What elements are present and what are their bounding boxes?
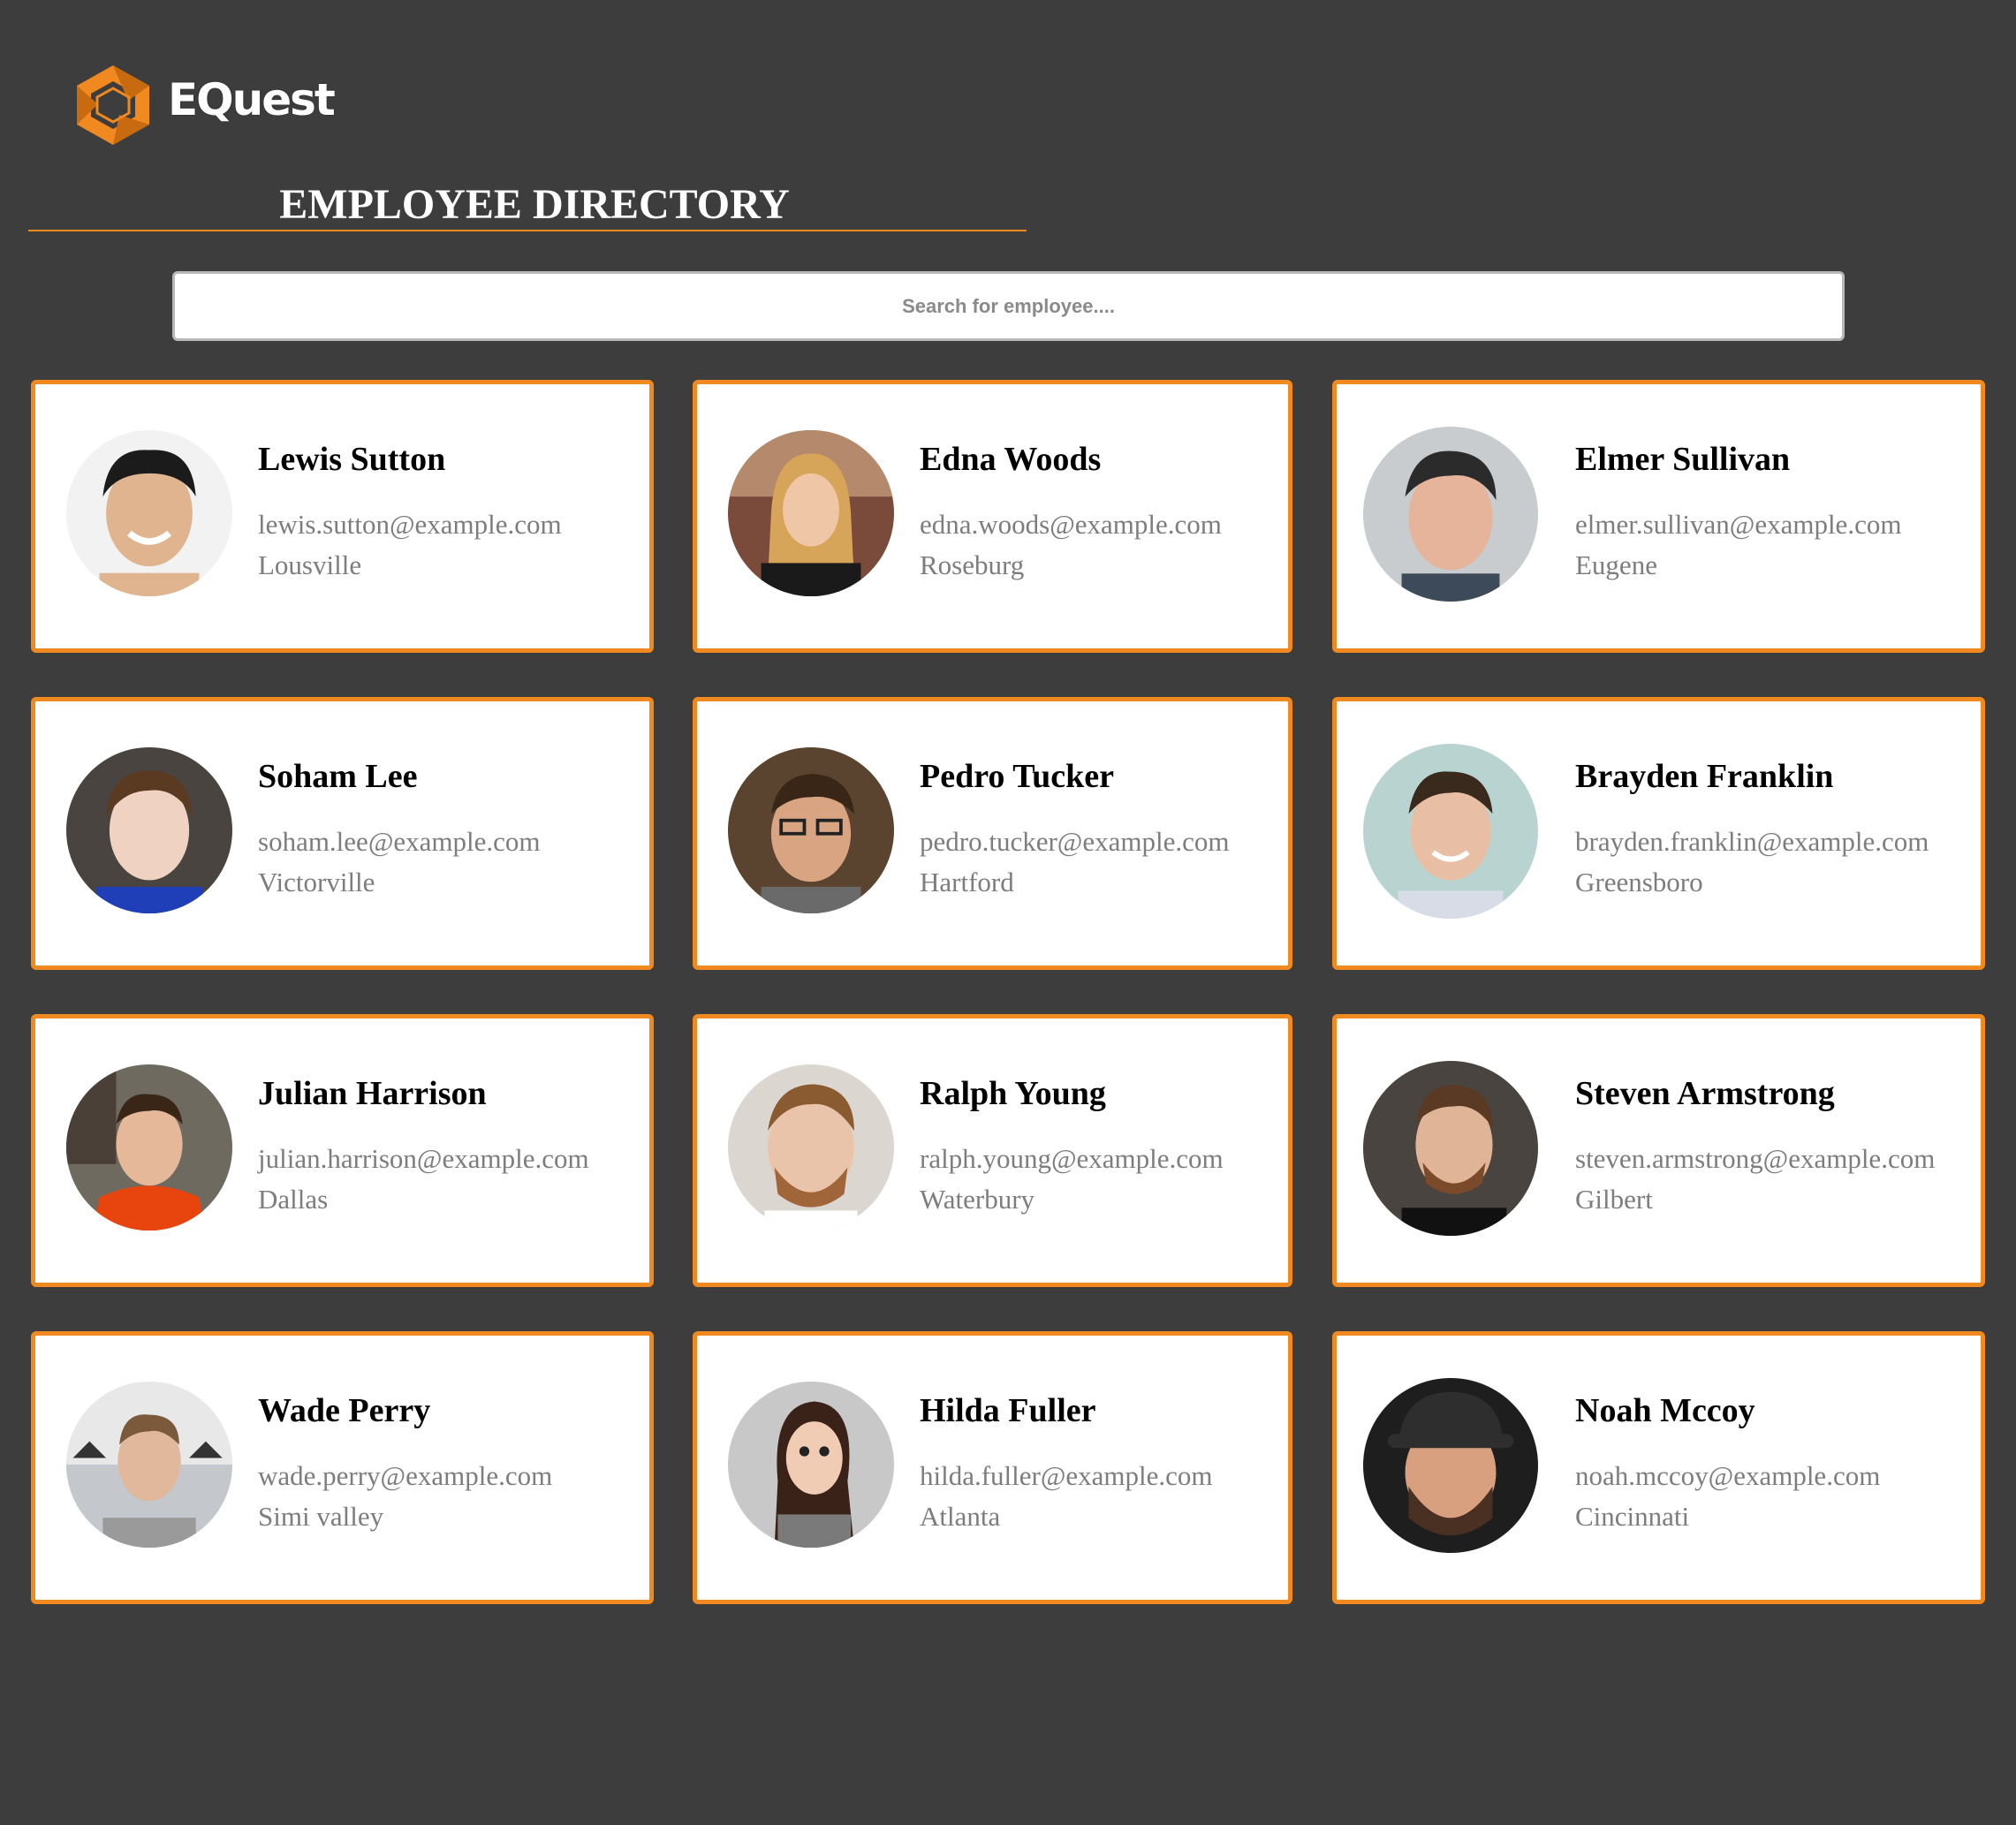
employee-name: Pedro Tucker — [920, 758, 1114, 795]
employee-name: Edna Woods — [920, 441, 1102, 478]
employee-avatar — [728, 747, 894, 913]
employee-city: Dallas — [258, 1184, 329, 1215]
employee-name: Elmer Sullivan — [1575, 441, 1791, 478]
employee-city: Victorville — [258, 867, 375, 897]
employee-email: edna.woods@example.com — [920, 509, 1222, 540]
employee-name: Noah Mccoy — [1575, 1392, 1755, 1429]
employee-email: ralph.young@example.com — [920, 1143, 1224, 1174]
employee-name: Ralph Young — [920, 1075, 1106, 1112]
employee-city: Atlanta — [920, 1501, 1001, 1532]
employee-email: wade.perry@example.com — [258, 1460, 553, 1491]
employee-card[interactable]: Hilda Fuller hilda.fuller@example.com At… — [693, 1331, 1292, 1604]
employee-avatar — [1363, 744, 1538, 919]
employee-info: Noah Mccoy noah.mccoy@example.com Cincin… — [1575, 1394, 1880, 1537]
employee-email: brayden.franklin@example.com — [1575, 826, 1929, 857]
employee-avatar — [728, 1382, 894, 1548]
employee-city: Eugene — [1575, 549, 1657, 580]
employee-name: Julian Harrison — [258, 1075, 487, 1112]
employee-city: Waterbury — [920, 1184, 1035, 1215]
employee-email: hilda.fuller@example.com — [920, 1460, 1213, 1491]
employee-avatar — [66, 1064, 232, 1231]
employee-email: lewis.sutton@example.com — [258, 509, 562, 540]
employee-info: Steven Armstrong steven.armstrong@exampl… — [1575, 1077, 1935, 1220]
employee-city: Lousville — [258, 549, 362, 580]
employee-info: Brayden Franklin brayden.franklin@exampl… — [1575, 760, 1929, 903]
employee-info: Elmer Sullivan elmer.sullivan@example.co… — [1575, 443, 1901, 586]
employee-name: Soham Lee — [258, 758, 418, 795]
employee-card[interactable]: Noah Mccoy noah.mccoy@example.com Cincin… — [1332, 1331, 1985, 1604]
employee-email: julian.harrison@example.com — [258, 1143, 589, 1174]
employee-city: Gilbert — [1575, 1184, 1653, 1215]
employee-email: noah.mccoy@example.com — [1575, 1460, 1881, 1491]
employee-card[interactable]: Pedro Tucker pedro.tucker@example.com Ha… — [693, 697, 1292, 970]
employee-email: soham.lee@example.com — [258, 826, 541, 857]
employee-name: Lewis Sutton — [258, 441, 446, 478]
employee-city: Greensboro — [1575, 867, 1703, 897]
employee-city: Hartford — [920, 867, 1014, 897]
employee-avatar — [66, 747, 232, 913]
employee-card[interactable]: Elmer Sullivan elmer.sullivan@example.co… — [1332, 380, 1985, 653]
employee-info: Wade Perry wade.perry@example.com Simi v… — [258, 1394, 552, 1537]
employee-card[interactable]: Soham Lee soham.lee@example.com Victorvi… — [31, 697, 654, 970]
employee-card[interactable]: Julian Harrison julian.harrison@example.… — [31, 1014, 654, 1287]
employee-card[interactable]: Wade Perry wade.perry@example.com Simi v… — [31, 1331, 654, 1604]
employee-email: pedro.tucker@example.com — [920, 826, 1230, 857]
employee-avatar — [728, 430, 894, 596]
employee-avatar — [1363, 1378, 1538, 1553]
employee-city: Simi valley — [258, 1501, 384, 1532]
employee-card[interactable]: Edna Woods edna.woods@example.com Rosebu… — [693, 380, 1292, 653]
employee-avatar — [66, 430, 232, 596]
employee-card[interactable]: Steven Armstrong steven.armstrong@exampl… — [1332, 1014, 1985, 1287]
employee-info: Lewis Sutton lewis.sutton@example.com Lo… — [258, 443, 562, 586]
employee-name: Brayden Franklin — [1575, 758, 1834, 795]
employee-avatar — [1363, 427, 1538, 602]
employee-info: Edna Woods edna.woods@example.com Rosebu… — [920, 443, 1222, 586]
employee-info: Hilda Fuller hilda.fuller@example.com At… — [920, 1394, 1213, 1537]
employee-info: Pedro Tucker pedro.tucker@example.com Ha… — [920, 760, 1229, 903]
employee-avatar — [66, 1382, 232, 1548]
employee-avatar — [1363, 1061, 1538, 1236]
employee-name: Hilda Fuller — [920, 1392, 1096, 1429]
employee-email: steven.armstrong@example.com — [1575, 1143, 1936, 1174]
employee-avatar — [728, 1064, 894, 1231]
employee-city: Roseburg — [920, 549, 1025, 580]
employee-name: Wade Perry — [258, 1392, 431, 1429]
employee-name: Steven Armstrong — [1575, 1075, 1835, 1112]
employee-grid: Lewis Sutton lewis.sutton@example.com Lo… — [0, 0, 2016, 1825]
employee-card[interactable]: Brayden Franklin brayden.franklin@exampl… — [1332, 697, 1985, 970]
employee-card[interactable]: Lewis Sutton lewis.sutton@example.com Lo… — [31, 380, 654, 653]
employee-city: Cincinnati — [1575, 1501, 1690, 1532]
employee-info: Ralph Young ralph.young@example.com Wate… — [920, 1077, 1224, 1220]
employee-info: Julian Harrison julian.harrison@example.… — [258, 1077, 589, 1220]
employee-info: Soham Lee soham.lee@example.com Victorvi… — [258, 760, 541, 903]
employee-card[interactable]: Ralph Young ralph.young@example.com Wate… — [693, 1014, 1292, 1287]
employee-email: elmer.sullivan@example.com — [1575, 509, 1902, 540]
